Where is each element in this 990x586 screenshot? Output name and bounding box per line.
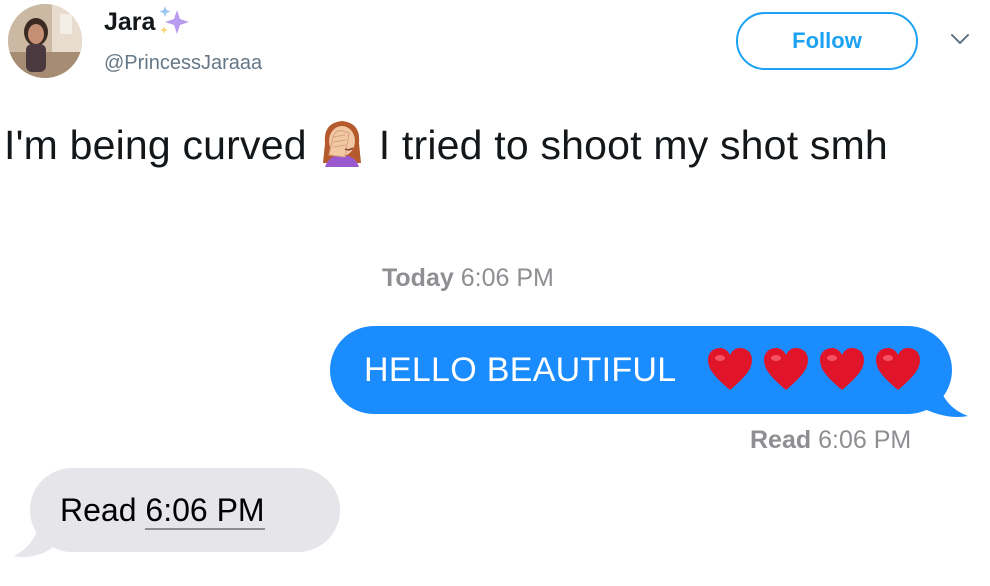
received-message-time: 6:06 PM — [145, 492, 265, 530]
timestamp-day: Today — [382, 264, 454, 292]
follow-button[interactable]: Follow — [736, 12, 918, 70]
red-heart-icon — [820, 348, 864, 390]
sent-message-text: HELLO BEAUTIFUL — [364, 351, 677, 389]
red-heart-icon — [876, 348, 920, 390]
red-heart-icon — [764, 348, 808, 390]
chevron-down-icon[interactable] — [948, 30, 972, 48]
red-heart-icon — [708, 348, 752, 390]
tweet-text-part-2: I tried to shoot my shot smh — [378, 122, 888, 168]
tweet-text-part-1: I'm being curved — [4, 122, 307, 168]
user-handle[interactable]: @PrincessJaraaa — [104, 52, 262, 75]
read-receipt-time: 6:06 PM — [818, 426, 912, 454]
avatar-image — [8, 4, 82, 78]
received-message-text: Read 6:06 PM — [60, 492, 265, 530]
display-name[interactable]: Jara — [104, 8, 155, 37]
timestamp-time: 6:06 PM — [460, 264, 554, 292]
read-receipt-label: Read — [750, 426, 812, 454]
author-name-row: Jara — [104, 5, 191, 37]
sent-bubble-tail — [918, 372, 968, 417]
received-message-label: Read — [60, 492, 137, 528]
woman-facepalming-icon — [319, 117, 365, 169]
avatar[interactable] — [8, 4, 82, 78]
tweet-text: I'm being curved I tried to shoot my sho… — [4, 116, 984, 174]
sent-read-receipt: Read 6:06 PM — [750, 426, 911, 455]
conversation-timestamp: Today 6:06 PM — [382, 264, 554, 293]
heart-emoji-group — [706, 346, 922, 392]
sparkles-icon — [157, 4, 191, 36]
